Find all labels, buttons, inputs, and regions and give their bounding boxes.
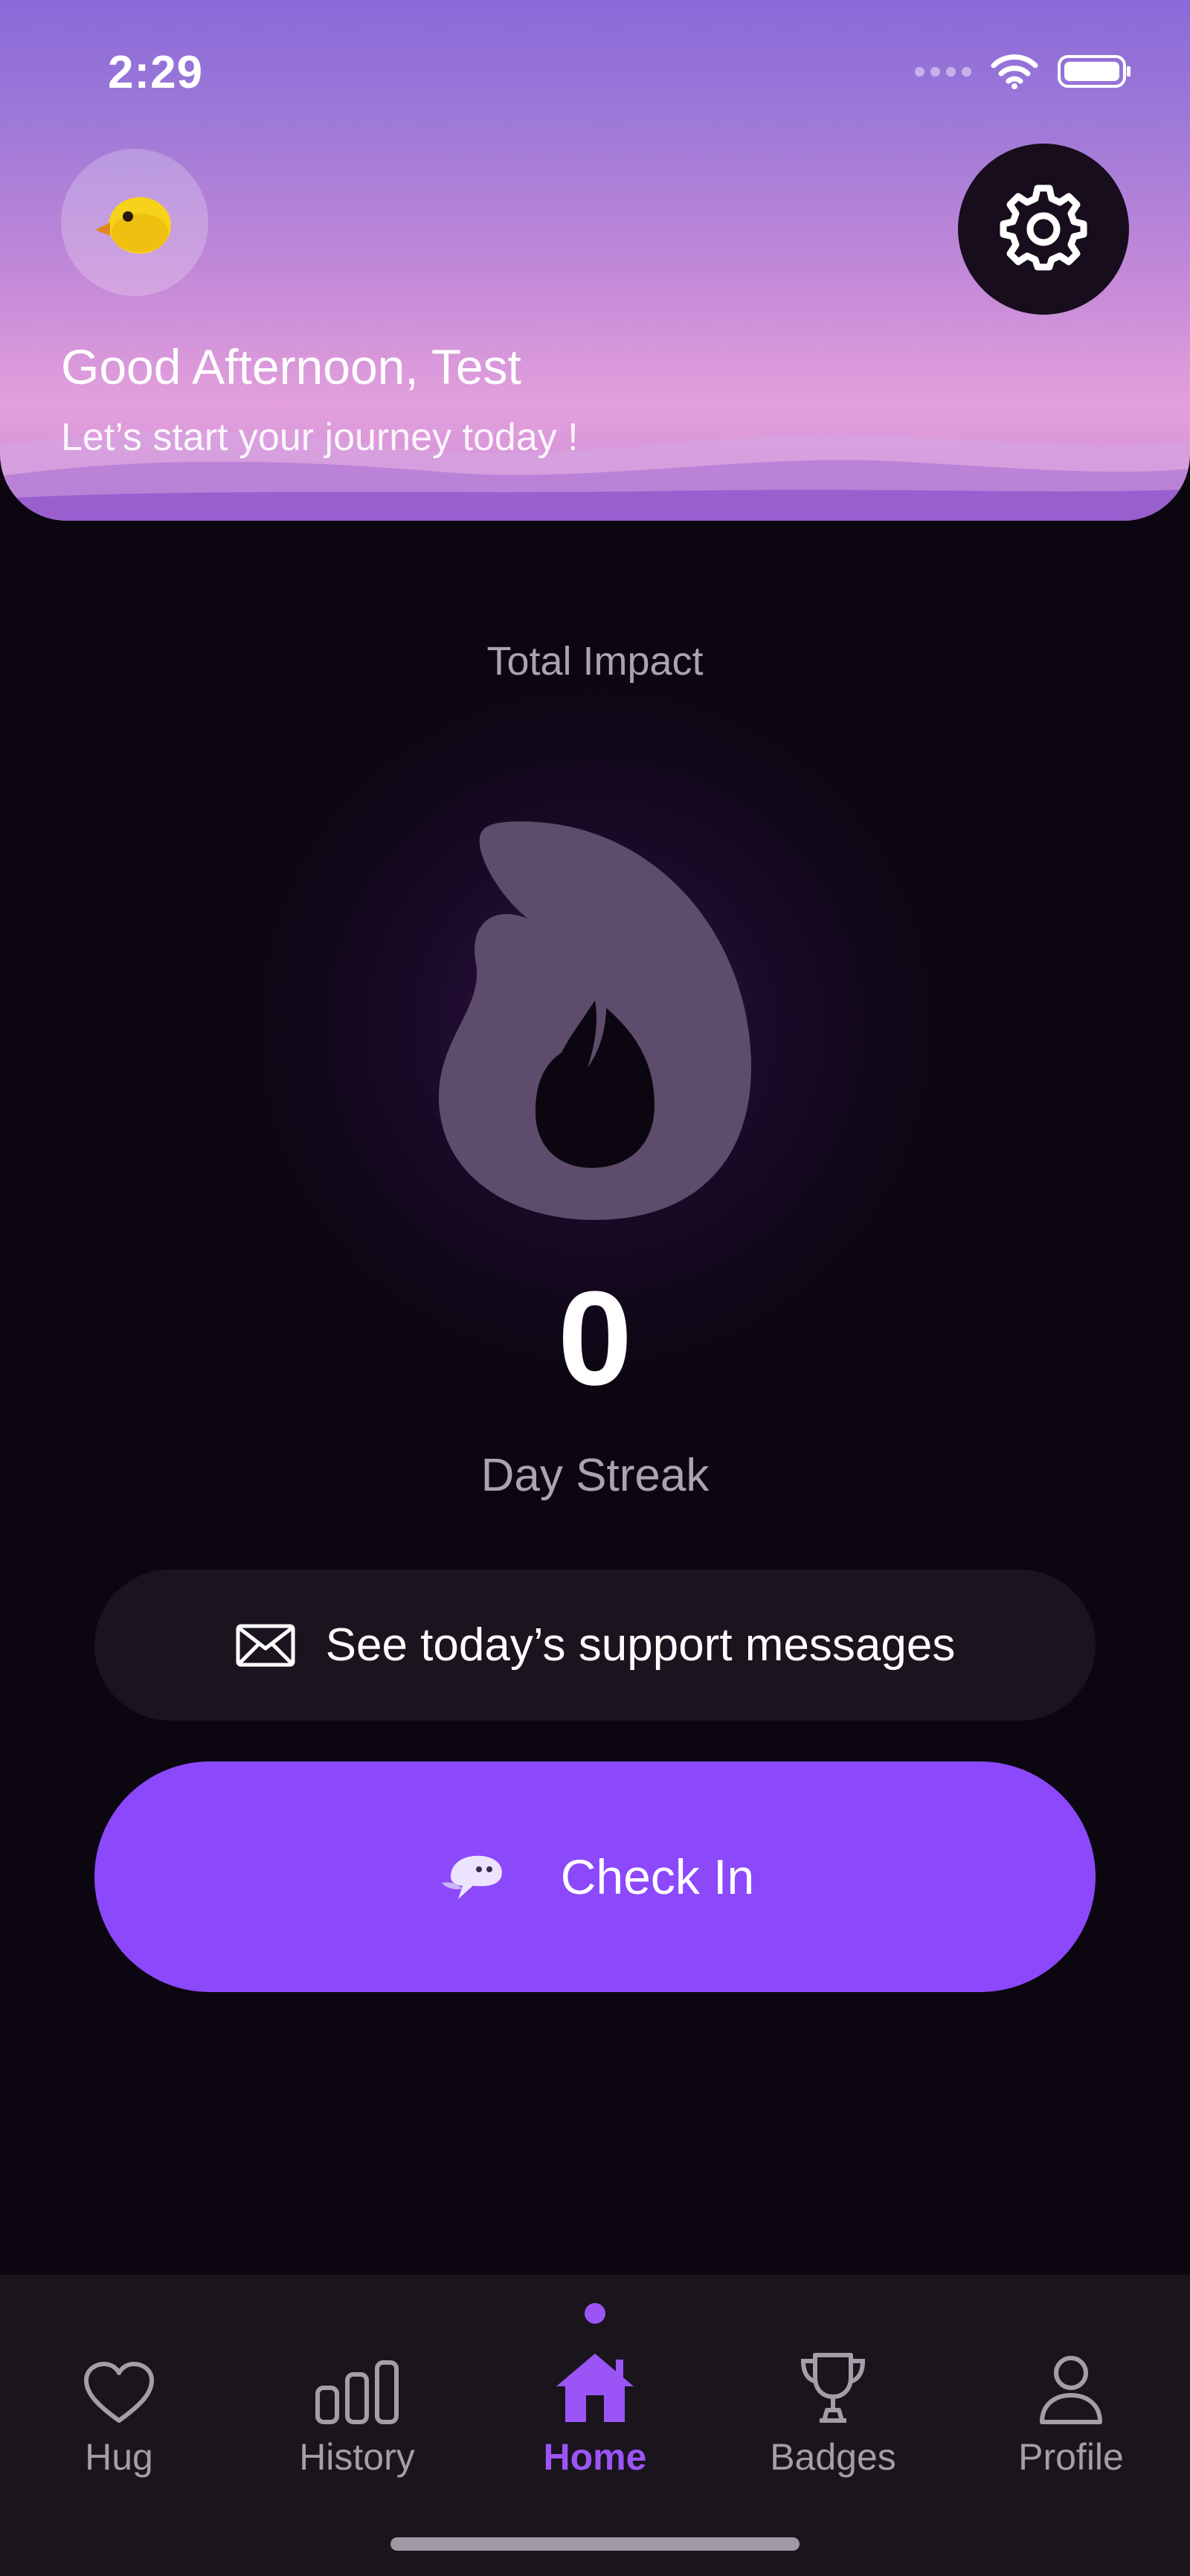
support-messages-button[interactable]: See today’s support messages — [94, 1570, 1096, 1721]
settings-button[interactable] — [958, 144, 1129, 315]
greeting-subtitle: Let’s start your journey today ! — [61, 416, 579, 459]
tab-profile-label: Profile — [1018, 2436, 1124, 2478]
tab-hug[interactable]: Hug — [0, 2275, 238, 2520]
home-icon — [556, 2354, 634, 2422]
support-button-label: See today’s support messages — [325, 1619, 956, 1671]
tab-home-label: Home — [543, 2436, 647, 2478]
heart-icon — [84, 2362, 154, 2423]
envelope-icon — [236, 1624, 295, 1666]
status-indicators — [915, 54, 1132, 89]
streak-label: Day Streak — [480, 1450, 710, 1501]
battery-icon — [1058, 55, 1130, 88]
person-icon — [1040, 2356, 1102, 2424]
active-tab-indicator — [585, 2303, 605, 2324]
tab-hug-label: Hug — [85, 2436, 153, 2478]
header-banner: 2:29 Good Afternoon, Test Let’s start yo… — [0, 0, 1190, 521]
home-screen: 2:29 Good Afternoon, Test Let’s start yo… — [0, 0, 1190, 2576]
greeting-text: Good Afternoon, Test — [61, 339, 521, 394]
tab-badges-label: Badges — [770, 2436, 896, 2478]
avatar[interactable] — [61, 149, 208, 296]
flame-icon — [439, 821, 751, 1220]
tab-history-label: History — [299, 2436, 415, 2478]
tab-history[interactable]: History — [238, 2275, 476, 2520]
total-impact-label: Total Impact — [486, 639, 704, 684]
wifi-icon — [991, 54, 1038, 89]
tab-profile[interactable]: Profile — [952, 2275, 1190, 2520]
tab-badges[interactable]: Badges — [714, 2275, 952, 2520]
home-indicator[interactable] — [390, 2537, 800, 2551]
trophy-icon — [800, 2353, 866, 2423]
streak-count: 0 — [557, 1264, 633, 1413]
check-in-button[interactable]: Check In — [94, 1761, 1096, 1992]
ghost-mascot-icon — [441, 1855, 502, 1899]
chick-emoji-icon — [95, 197, 171, 254]
gear-icon — [1000, 184, 1087, 271]
status-time: 2:29 — [108, 47, 204, 98]
cellular-signal-icon — [915, 66, 971, 77]
check-in-label: Check In — [560, 1849, 755, 1904]
bar-chart-icon — [315, 2360, 399, 2424]
